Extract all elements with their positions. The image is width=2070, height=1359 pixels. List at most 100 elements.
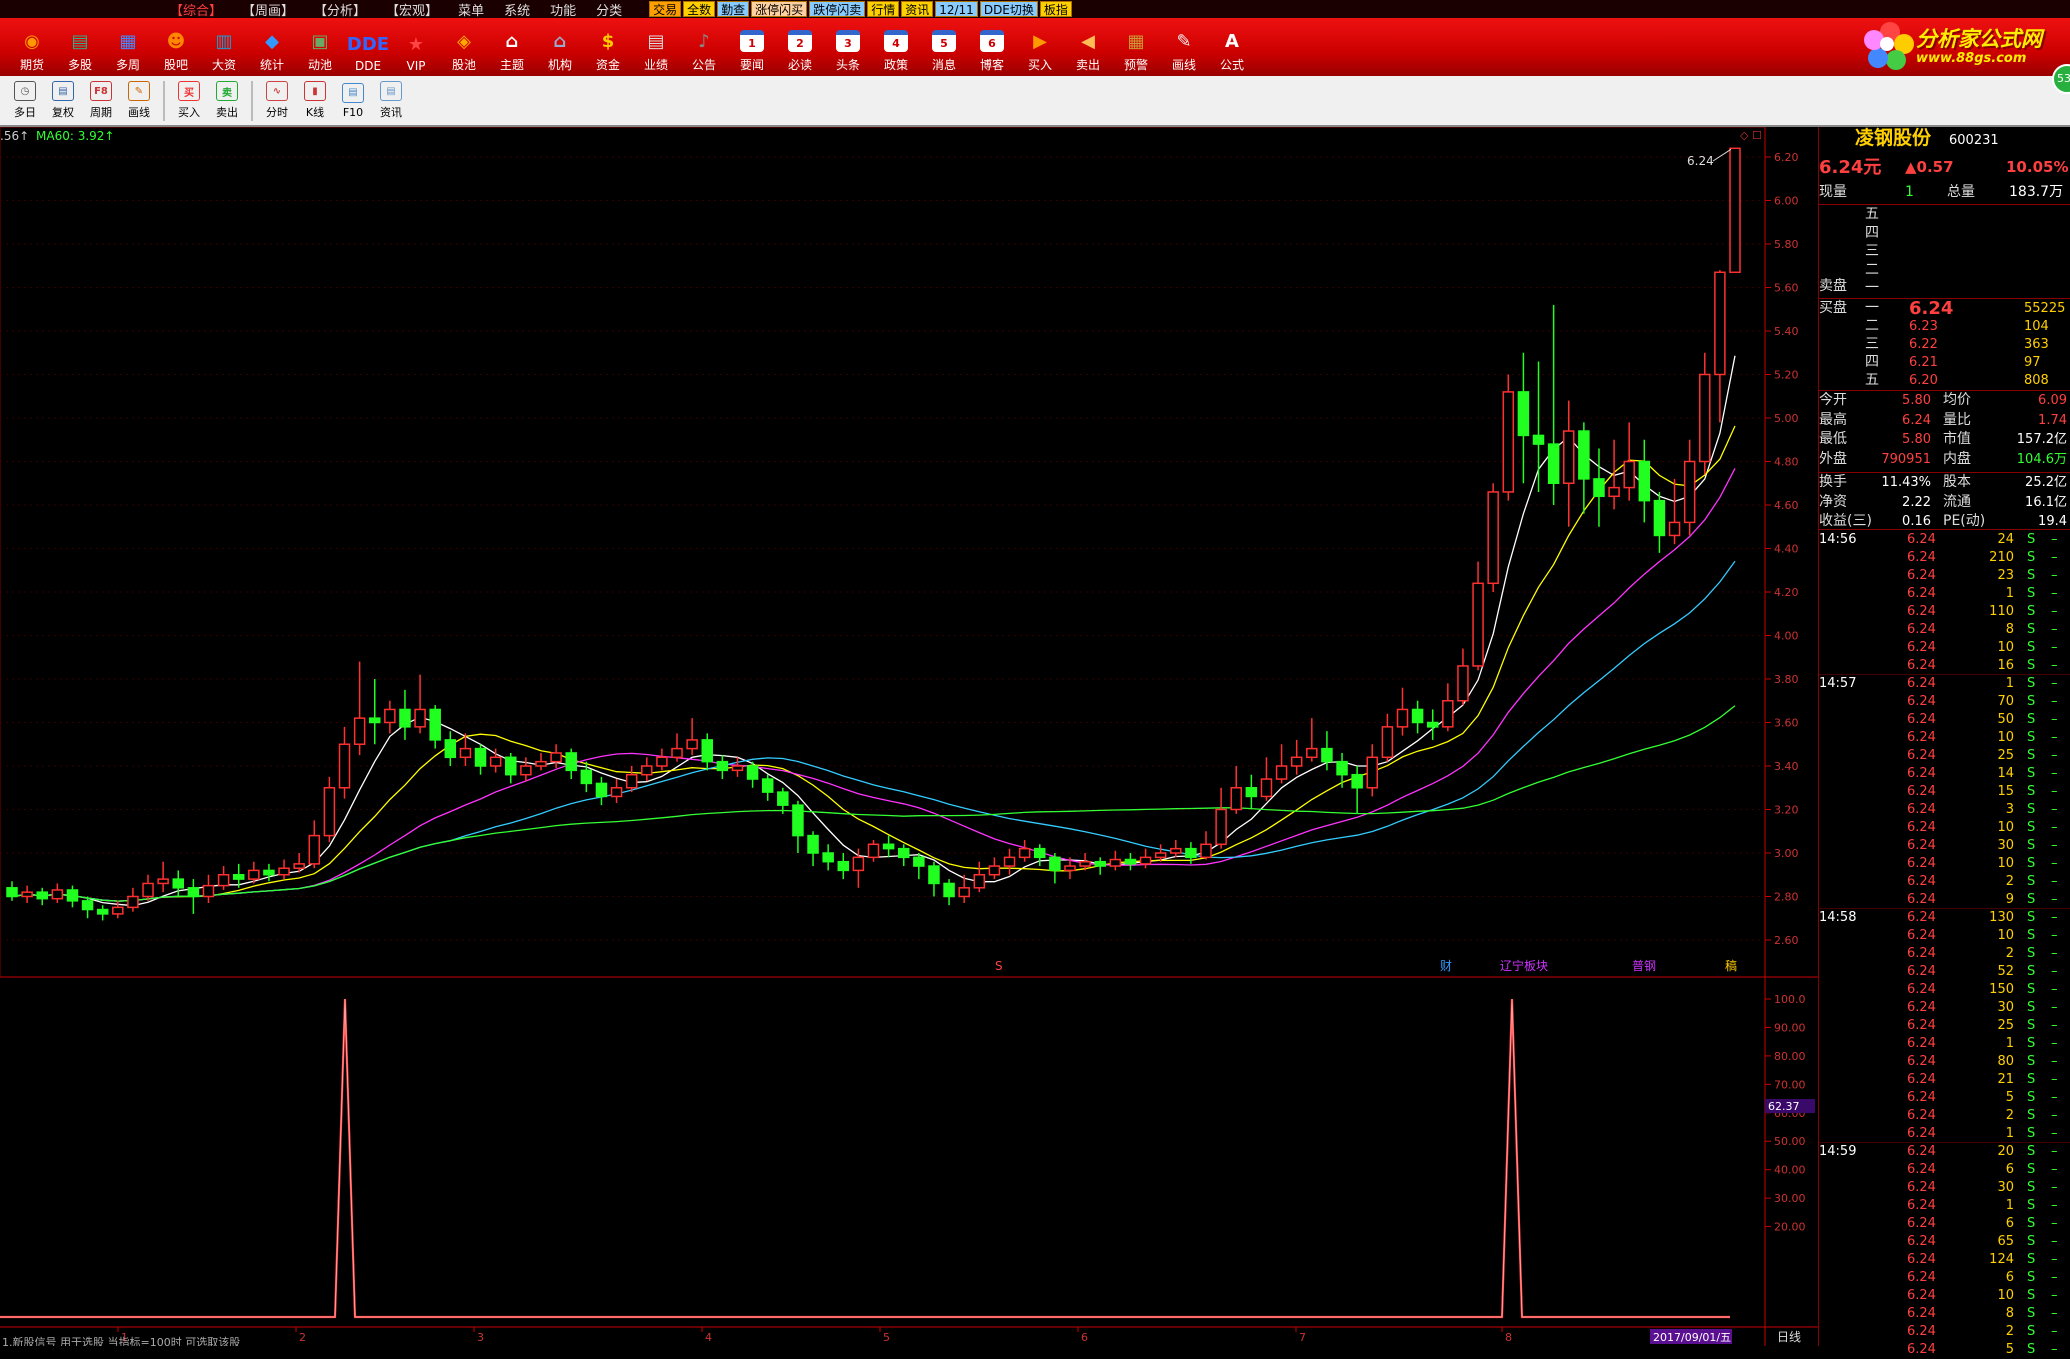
candle[interactable] xyxy=(96,905,109,921)
candle[interactable] xyxy=(1049,853,1061,884)
candle[interactable] xyxy=(1260,757,1273,801)
candle[interactable] xyxy=(928,861,940,897)
chart-tool-kline[interactable]: ▮ K线 xyxy=(296,78,334,124)
menu-item-4[interactable]: 菜单 xyxy=(448,0,494,19)
candle[interactable] xyxy=(610,779,623,803)
toolbar-button-headline-3[interactable]: 3 头条 xyxy=(824,20,872,76)
candle[interactable] xyxy=(1593,448,1605,527)
candle[interactable] xyxy=(157,861,169,893)
toolbar-button-alert[interactable]: ▦ 预警 xyxy=(1112,20,1160,76)
candle[interactable] xyxy=(1003,848,1016,875)
candle[interactable] xyxy=(323,776,336,843)
candle[interactable] xyxy=(1018,839,1031,862)
candle[interactable] xyxy=(1699,352,1711,475)
candle[interactable] xyxy=(1230,766,1242,814)
candle[interactable] xyxy=(671,733,683,762)
panel-control-icon[interactable]: ◇ ☐ xyxy=(1740,129,1762,142)
candle[interactable] xyxy=(368,679,381,745)
candle[interactable] xyxy=(943,879,955,906)
candle[interactable] xyxy=(1396,687,1409,736)
candle[interactable] xyxy=(1426,709,1439,740)
menu-item-6[interactable]: 功能 xyxy=(540,0,586,19)
candle[interactable] xyxy=(1336,752,1348,788)
candle[interactable] xyxy=(36,887,48,906)
menu-item-0[interactable]: 【综合】 xyxy=(160,0,232,19)
candle[interactable] xyxy=(263,863,275,882)
quick-tab-9[interactable]: 板指 xyxy=(1039,1,1072,17)
candle[interactable] xyxy=(852,848,865,888)
chart-tool-multi-day[interactable]: ◷ 多日 xyxy=(6,78,44,124)
chart-tool-f10[interactable]: ▤ F10 xyxy=(334,78,372,124)
quick-tab-6[interactable]: 资讯 xyxy=(901,1,934,17)
toolbar-button-vip[interactable]: ★ VIP xyxy=(392,20,440,76)
chart-tool-restore-rights[interactable]: ▤ 复权 xyxy=(44,78,82,124)
candle[interactable] xyxy=(1487,483,1499,592)
candle[interactable] xyxy=(746,761,759,788)
chart-tool-draw[interactable]: ✎ 画线 xyxy=(120,78,158,124)
toolbar-button-statistics[interactable]: ◆ 统计 xyxy=(248,20,296,76)
candle[interactable] xyxy=(1124,853,1137,871)
candle[interactable] xyxy=(1578,422,1590,514)
toolbar-button-institution[interactable]: ⌂ 机构 xyxy=(536,20,584,76)
kline-chart[interactable]: 6.20 6.00 5.80 5.60 5.40 5.20 5.00 4.80 4.60 4.40… xyxy=(0,127,1818,1346)
candle[interactable] xyxy=(595,776,608,806)
candle[interactable] xyxy=(66,885,79,908)
quick-tab-2[interactable]: 勤查 xyxy=(717,1,750,17)
toolbar-button-sell[interactable]: ◀ 卖出 xyxy=(1064,20,1112,76)
candle[interactable] xyxy=(1729,147,1741,274)
candle[interactable] xyxy=(520,757,532,782)
toolbar-button-multi-stock[interactable]: ▤ 多股 xyxy=(56,20,104,76)
chart-tool-info[interactable]: ▤ 资讯 xyxy=(372,78,410,124)
candle[interactable] xyxy=(882,835,895,858)
toolbar-button-policy-4[interactable]: 4 政策 xyxy=(872,20,920,76)
candle[interactable] xyxy=(1532,361,1545,492)
candle[interactable] xyxy=(565,748,577,780)
candle[interactable] xyxy=(716,755,729,780)
toolbar-button-blog-6[interactable]: 6 博客 xyxy=(968,20,1016,76)
candle[interactable] xyxy=(1638,439,1651,523)
candle[interactable] xyxy=(308,820,321,869)
toolbar-button-forum[interactable]: ☻ 股吧 xyxy=(152,20,200,76)
candle[interactable] xyxy=(338,726,351,799)
toolbar-button-buy[interactable]: ▶ 买入 xyxy=(1016,20,1064,76)
candle[interactable] xyxy=(1275,744,1288,784)
candle[interactable] xyxy=(6,881,18,901)
toolbar-button-multi-period[interactable]: ▦ 多周 xyxy=(104,20,152,76)
candle[interactable] xyxy=(1517,352,1530,484)
candle[interactable] xyxy=(399,689,411,740)
candle[interactable] xyxy=(1094,857,1106,875)
quick-tab-4[interactable]: 跌停闪卖 xyxy=(809,1,866,17)
toolbar-button-dynamic-pool[interactable]: ▣ 动池 xyxy=(296,20,344,76)
event-marker[interactable]: 财 xyxy=(1440,959,1452,973)
candle[interactable] xyxy=(187,879,200,914)
candle[interactable] xyxy=(761,774,774,801)
event-marker[interactable]: 辽宁板块 xyxy=(1500,958,1548,973)
candle[interactable] xyxy=(822,844,834,871)
candle[interactable] xyxy=(1502,374,1515,501)
candle[interactable] xyxy=(1714,270,1726,423)
candle[interactable] xyxy=(686,718,698,756)
candle[interactable] xyxy=(474,744,487,775)
candle[interactable] xyxy=(701,733,713,771)
candle[interactable] xyxy=(1562,400,1575,527)
candle[interactable] xyxy=(897,844,910,867)
candle[interactable] xyxy=(535,752,547,771)
candle[interactable] xyxy=(444,731,457,766)
toolbar-button-futures[interactable]: ◉ 期货 xyxy=(8,20,56,76)
candle[interactable] xyxy=(1306,718,1318,762)
chart-tool-intraday[interactable]: ∿ 分时 xyxy=(258,78,296,124)
candle[interactable] xyxy=(1109,850,1122,871)
toolbar-button-news-1[interactable]: 1 要闻 xyxy=(728,20,776,76)
quick-tab-1[interactable]: 全数 xyxy=(683,1,716,17)
candle[interactable] xyxy=(656,748,668,771)
candle[interactable] xyxy=(837,853,850,880)
quick-tab-5[interactable]: 行情 xyxy=(867,1,900,17)
candle[interactable] xyxy=(429,705,441,749)
candle[interactable] xyxy=(1200,831,1212,860)
toolbar-button-theme[interactable]: ⌂ 主题 xyxy=(488,20,536,76)
toolbar-button-dde[interactable]: DDE DDE xyxy=(344,20,392,76)
chart-tool-sell-order[interactable]: 卖卖出 xyxy=(208,78,246,124)
toolbar-button-formula[interactable]: A 公式 xyxy=(1208,20,1256,76)
chart-tool-buy-order[interactable]: 买买入 xyxy=(170,78,208,124)
candle[interactable] xyxy=(1381,713,1394,762)
